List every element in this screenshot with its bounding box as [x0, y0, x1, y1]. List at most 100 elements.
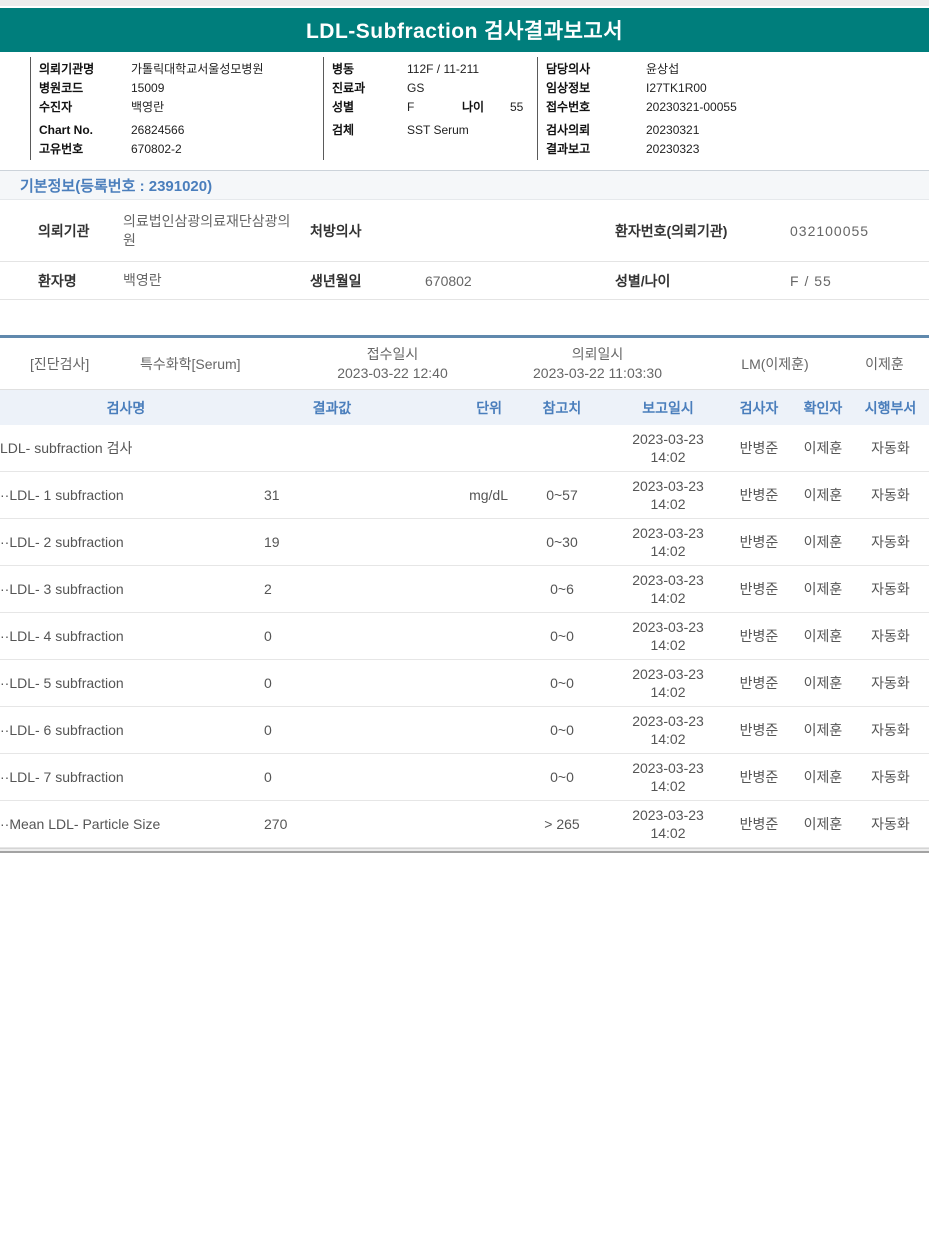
reviewer-name: 이제훈	[865, 355, 904, 372]
report-date: 2023-03-23	[632, 619, 704, 635]
report-title: LDL-Subfraction 검사결과보고서	[305, 20, 624, 43]
report-datetime: 2023-03-23 14:02	[612, 712, 724, 748]
performing-department: 자동화	[871, 628, 910, 644]
tester-name: 반병준	[739, 440, 779, 456]
field-value: 20230321-00055	[646, 99, 737, 114]
performing-department: 자동화	[871, 440, 910, 456]
report-date: 2023-03-23	[632, 807, 704, 823]
reference-range: 0~6	[550, 581, 574, 597]
field-label: 나이	[462, 100, 485, 114]
header-info-row: 병동 112F / 11-211	[332, 59, 537, 78]
tester-name: 반병준	[739, 675, 779, 691]
field-label: 고유번호	[39, 142, 84, 156]
receipt-value: 2023-03-22 12:40	[337, 364, 448, 381]
field-label: 검체	[332, 123, 355, 137]
report-datetime: 2023-03-23 14:02	[612, 665, 724, 701]
result-value: 0	[264, 722, 272, 738]
specimen-summary-row: [진단검사] 특수화학[Serum] 접수일시 2023-03-22 12:40…	[0, 338, 929, 390]
patient-header-info: 의뢰기관명 가톨릭대학교서울성모병원 병원코드 15009 수진자 백영란 Ch…	[30, 57, 929, 160]
header-info-row: 성별 F 나이 55	[332, 97, 537, 116]
field-value: 윤상섭	[646, 62, 680, 76]
report-time: 14:02	[650, 543, 686, 559]
header-info-row: Chart No. 26824566	[39, 120, 323, 139]
confirmer-name: 이제훈	[803, 722, 843, 738]
test-name: ··LDL- 4 subfraction	[0, 628, 124, 644]
field-label: 처방의사	[310, 222, 362, 239]
field-label: 검사의뢰	[546, 123, 591, 137]
field-label: 성별	[332, 100, 355, 114]
field-label: 진료과	[332, 81, 366, 95]
results-table-header: 검사명 결과값 단위 참고치 보고일시 검사자 확인자 시행부서	[0, 390, 929, 425]
tester-name: 반병준	[739, 581, 779, 597]
report-datetime: 2023-03-23 14:02	[612, 571, 724, 607]
field-value: SST Serum	[407, 122, 469, 137]
test-group-label: 특수화학[Serum]	[140, 355, 241, 372]
header-info-row: 접수번호 20230321-00055	[546, 97, 929, 116]
basic-info-row: 환자명 백영란 생년월일 670802 성별/나이 F / 55	[0, 262, 929, 300]
result-row: ··LDL- 1 subfraction 31 mg/dL 0~57 2023-…	[0, 472, 929, 519]
report-time: 14:02	[650, 825, 686, 841]
tester-name: 반병준	[739, 816, 779, 832]
report-time: 14:02	[650, 449, 686, 465]
header-info-group-ward: 병동 112F / 11-211 진료과 GS 성별 F 나이 55 검체 SS…	[323, 57, 537, 160]
header-info-row: 임상정보 I27TK1R00	[546, 78, 929, 97]
result-row: ··Mean LDL- Particle Size 270 > 265 2023…	[0, 801, 929, 848]
report-time: 14:02	[650, 684, 686, 700]
result-row: ··LDL- 2 subfraction 19 0~30 2023-03-23 …	[0, 519, 929, 566]
performing-department: 자동화	[871, 487, 910, 503]
header-info-row: 진료과 GS	[332, 78, 537, 97]
result-row: ··LDL- 6 subfraction 0 0~0 2023-03-23 14…	[0, 707, 929, 754]
test-name: ··LDL- 7 subfraction	[0, 769, 124, 785]
report-time: 14:02	[650, 731, 686, 747]
header-info-row: 병원코드 15009	[39, 78, 323, 97]
field-value: I27TK1R00	[646, 80, 707, 95]
header-info-row: 결과보고 20230323	[546, 139, 929, 158]
field-value: F	[407, 99, 415, 114]
field-value: 26824566	[131, 122, 185, 137]
field-value: 032100055	[790, 222, 870, 239]
result-row: ··LDL- 7 subfraction 0 0~0 2023-03-23 14…	[0, 754, 929, 801]
test-name: LDL- subfraction 검사	[0, 440, 133, 456]
confirmer-name: 이제훈	[803, 534, 843, 550]
result-unit: mg/dL	[469, 487, 508, 503]
report-datetime: 2023-03-23 14:02	[612, 430, 724, 466]
result-value: 0	[264, 769, 272, 785]
field-label: 성별/나이	[615, 272, 671, 289]
confirmer-name: 이제훈	[803, 675, 843, 691]
field-value: 670802	[425, 272, 472, 289]
field-label: 담당의사	[546, 62, 591, 76]
receipt-label: 접수일시	[366, 345, 419, 362]
report-date: 2023-03-23	[632, 525, 704, 541]
confirmer-name: 이제훈	[803, 581, 843, 597]
header-info-group-institution: 의뢰기관명 가톨릭대학교서울성모병원 병원코드 15009 수진자 백영란 Ch…	[30, 57, 323, 160]
header-info-group-doctor: 담당의사 윤상섭 임상정보 I27TK1R00 접수번호 20230321-00…	[537, 57, 929, 160]
report-title-bar: LDL-Subfraction 검사결과보고서	[0, 8, 929, 52]
test-name: ··LDL- 1 subfraction	[0, 487, 124, 503]
confirmer-name: 이제훈	[803, 816, 843, 832]
field-value: F / 55	[790, 272, 832, 289]
report-date: 2023-03-23	[632, 431, 704, 447]
report-time: 14:02	[650, 590, 686, 606]
department-label: [진단검사]	[30, 355, 90, 372]
column-header-tester: 검사자	[739, 399, 779, 416]
field-label: Chart No.	[39, 122, 93, 137]
result-value: 0	[264, 628, 272, 644]
tester-name: 반병준	[739, 628, 779, 644]
report-date: 2023-03-23	[632, 760, 704, 776]
column-header-test-name: 검사명	[106, 399, 146, 416]
reference-range: 0~57	[546, 487, 578, 503]
report-datetime: 2023-03-23 14:02	[612, 477, 724, 513]
performing-department: 자동화	[871, 675, 910, 691]
request-label: 의뢰일시	[571, 345, 624, 362]
report-date: 2023-03-23	[632, 713, 704, 729]
reference-range: 0~0	[550, 722, 574, 738]
test-name: ··LDL- 5 subfraction	[0, 675, 124, 691]
performing-department: 자동화	[871, 722, 910, 738]
lm-reviewer: LM(이제훈)	[741, 355, 809, 372]
results-table-bottom-border	[0, 848, 929, 853]
field-label: 임상정보	[546, 81, 591, 95]
test-name: ··LDL- 2 subfraction	[0, 534, 124, 550]
field-value: 112F / 11-211	[407, 61, 480, 76]
result-row: ··LDL- 3 subfraction 2 0~6 2023-03-23 14…	[0, 566, 929, 613]
request-value: 2023-03-22 11:03:30	[533, 364, 662, 381]
